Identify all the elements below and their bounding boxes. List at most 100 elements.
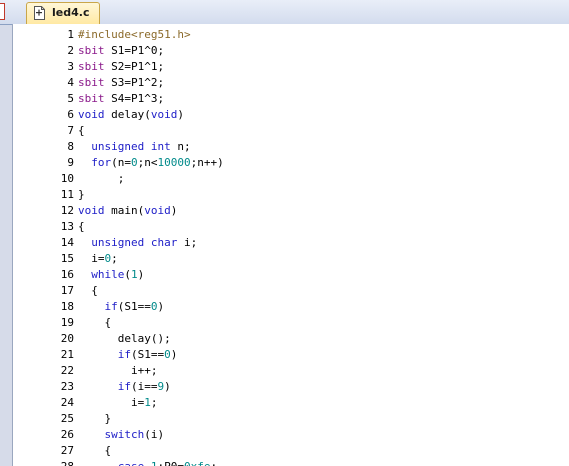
line-number: 1: [67, 28, 74, 41]
code-text: i=1;: [78, 395, 158, 411]
code-token: (i): [144, 428, 165, 441]
code-line[interactable]: 9 for(n=0;n<10000;n++): [13, 155, 569, 171]
c-source-file-icon: [34, 6, 45, 20]
code-line[interactable]: 24 i=1;: [13, 395, 569, 411]
code-token: {: [78, 444, 112, 457]
code-line[interactable]: 21 if(S1==0): [13, 347, 569, 363]
code-token: (i==: [131, 380, 158, 393]
code-line[interactable]: 16 while(1): [13, 267, 569, 283]
code-token: (: [124, 268, 131, 281]
line-number: 20: [60, 332, 74, 345]
code-token: sbit: [78, 44, 105, 57]
code-text: if(i==9): [78, 379, 171, 395]
code-line[interactable]: 7{: [13, 123, 569, 139]
code-line[interactable]: 11}: [13, 187, 569, 203]
code-line[interactable]: 1 #include<reg51.h>: [13, 27, 569, 43]
code-token: switch: [104, 428, 145, 441]
code-token: sbit: [78, 92, 105, 105]
code-token: case: [118, 460, 145, 466]
code-token: S1=P1^0;: [104, 44, 165, 57]
code-token: unsigned char: [91, 236, 178, 249]
code-token: 10000: [157, 156, 191, 169]
code-line[interactable]: 8 unsigned int n;: [13, 139, 569, 155]
tab-label: led4.c: [52, 6, 90, 19]
code-token: 0: [150, 300, 158, 313]
code-text: {: [78, 219, 85, 235]
code-text: {: [78, 123, 85, 139]
code-token: S3=P1^2;: [104, 76, 165, 89]
line-number: 14: [60, 236, 74, 249]
code-line[interactable]: 26 switch(i): [13, 427, 569, 443]
code-line[interactable]: 12 void main(void): [13, 203, 569, 219]
code-line[interactable]: 15 i=0;: [13, 251, 569, 267]
code-token: ): [164, 380, 171, 393]
code-text: #include<reg51.h>: [78, 27, 191, 43]
code-token: 1: [144, 396, 151, 409]
code-token: S4=P1^3;: [104, 92, 165, 105]
code-line[interactable]: 18 if(S1==0): [13, 299, 569, 315]
tab-led4-c[interactable]: led4.c: [26, 2, 100, 24]
code-text: void main(void): [78, 203, 177, 219]
code-token: i++;: [78, 364, 158, 377]
code-text: while(1): [78, 267, 144, 283]
code-token: 0: [164, 348, 171, 361]
code-line[interactable]: 22 i++;: [13, 363, 569, 379]
code-text: switch(i): [78, 427, 165, 443]
code-line[interactable]: 10 ;: [13, 171, 569, 187]
code-token: if: [117, 380, 131, 393]
code-text: {: [78, 315, 111, 331]
line-number: 21: [60, 348, 74, 361]
code-token: i=: [78, 396, 145, 409]
code-line[interactable]: 19 {: [13, 315, 569, 331]
code-line[interactable]: 17 {: [13, 283, 569, 299]
code-token: ): [157, 300, 165, 313]
code-text: delay();: [78, 331, 171, 347]
line-number: 7: [67, 124, 74, 137]
line-number: 9: [67, 156, 74, 169]
code-line[interactable]: 4 sbit S3=P1^2;: [13, 75, 569, 91]
code-token: void: [144, 204, 171, 217]
code-line[interactable]: 3 sbit S2=P1^1;: [13, 59, 569, 75]
code-line[interactable]: 13 {: [13, 219, 569, 235]
code-line[interactable]: 5 sbit S4=P1^3;: [13, 91, 569, 107]
line-number: 2: [67, 44, 74, 57]
code-line[interactable]: 27 {: [13, 443, 569, 459]
previous-tab-edge[interactable]: [0, 3, 5, 20]
code-text: sbit S4=P1^3;: [78, 91, 164, 107]
code-line[interactable]: 14 unsigned char i;: [13, 235, 569, 251]
code-token: if: [117, 348, 131, 361]
line-number: 26: [60, 428, 74, 441]
code-text: sbit S3=P1^2;: [78, 75, 164, 91]
code-line[interactable]: 23 if(i==9): [13, 379, 569, 395]
code-token: }: [78, 412, 112, 425]
code-token: void: [150, 108, 178, 121]
code-line[interactable]: 28 case 1:P0=0xfe;: [13, 459, 569, 466]
code-text: {: [78, 283, 98, 299]
code-token: i;: [177, 236, 198, 249]
code-token: ): [177, 108, 184, 121]
code-token: ;: [150, 396, 158, 409]
code-text: unsigned char i;: [78, 235, 197, 251]
line-number: 19: [60, 316, 74, 329]
code-text: if(S1==0): [78, 299, 165, 315]
line-number: 24: [60, 396, 74, 409]
code-line[interactable]: 6 void delay(void): [13, 107, 569, 123]
code-line[interactable]: 25 }: [13, 411, 569, 427]
code-line[interactable]: 2 sbit S1=P1^0;: [13, 43, 569, 59]
code-text: case 1:P0=0xfe;: [78, 459, 217, 466]
code-token: 1: [131, 268, 138, 281]
code-line[interactable]: 20 delay();: [13, 331, 569, 347]
code-token: #include<reg51.h>: [78, 28, 191, 41]
code-token: for: [91, 156, 112, 169]
code-text: {: [78, 443, 111, 459]
code-editor[interactable]: 1 #include<reg51.h> 2 sbit S1=P1^0; 3 sbit S2…: [12, 24, 569, 466]
code-text: }: [78, 411, 111, 427]
line-number: 12: [60, 204, 74, 217]
code-token: ;: [78, 172, 125, 185]
